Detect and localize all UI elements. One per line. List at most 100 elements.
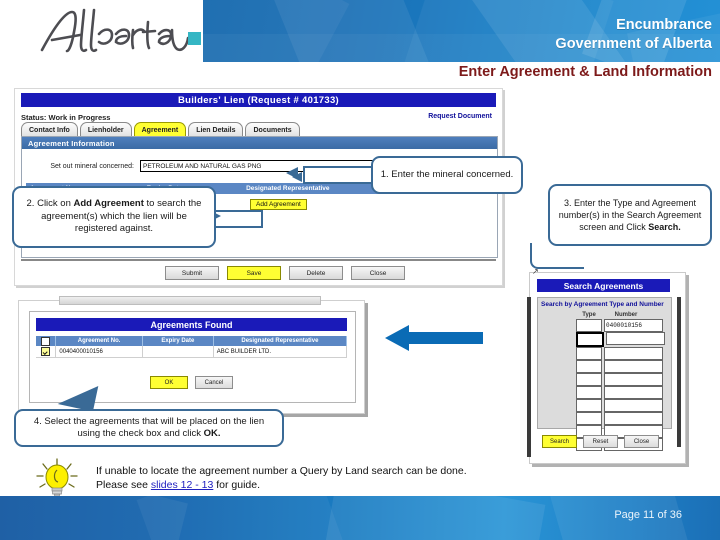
agreements-found-title: Agreements Found	[36, 318, 347, 331]
callout-4-part-a: 4. Select the agreements that will be pl…	[33, 415, 265, 440]
org-name: Government of Alberta	[555, 36, 712, 52]
search-row[interactable]	[576, 360, 665, 373]
select-all-header[interactable]	[36, 336, 57, 346]
search-agreements-buttons: Search Reset Close	[542, 435, 659, 448]
delete-button[interactable]: Delete	[289, 266, 343, 280]
callout-4-emphasis: OK.	[203, 428, 221, 439]
callout-step-2: 2. Click on Add Agreement to search the …	[12, 186, 216, 248]
search-row[interactable]	[576, 332, 665, 347]
type-input-3[interactable]	[576, 347, 602, 360]
number-input-4[interactable]	[604, 360, 663, 373]
col-designated-representative: Designated Representative	[213, 336, 348, 346]
row-checkbox[interactable]	[41, 347, 51, 356]
select-all-checkbox[interactable]	[41, 336, 51, 346]
type-input-8[interactable]	[576, 412, 602, 425]
footer-facet	[324, 496, 546, 540]
section-header: Agreement Information	[22, 137, 497, 149]
callout-1-tail	[303, 166, 375, 184]
page-footer: Page 11 of 36	[0, 496, 720, 540]
col-agreement-no: Agreement No.	[55, 336, 143, 346]
table-header-row: Agreement No. Expiry Date Designated Rep…	[36, 336, 348, 346]
number-input-3[interactable]	[604, 347, 663, 360]
callout-step-1: 1. Enter the mineral concerned.	[371, 156, 523, 194]
number-input-8[interactable]	[604, 412, 663, 425]
number-input-2[interactable]	[606, 332, 665, 345]
agreements-found-buttons: OK Cancel	[150, 376, 233, 389]
header-title-block: Encumbrance Government of Alberta	[555, 16, 712, 54]
cancel-button[interactable]: Cancel	[195, 376, 233, 389]
col-designated-representative: Designated Representative	[246, 185, 330, 192]
callout-2-text: 2. Click on Add Agreement to search the …	[21, 198, 207, 236]
window-edge-right	[677, 297, 681, 447]
slides-link[interactable]: slides 12 - 13	[151, 479, 213, 491]
ok-button[interactable]: OK	[150, 376, 188, 389]
callout-step-3: 3. Enter the Type and Agreement number(s…	[548, 184, 712, 246]
search-agreements-dialog: ↗ Search Agreements Search by Agreement …	[527, 267, 686, 464]
search-criteria-panel: Search by Agreement Type and Number Type…	[537, 297, 672, 451]
search-agreements-title: Search Agreements	[537, 279, 670, 292]
search-grid: 0400010156	[576, 319, 665, 451]
callout-step-4: 4. Select the agreements that will be pl…	[14, 409, 284, 447]
cell-representative: ABC BUILDER LTD.	[213, 346, 348, 358]
col-expiry-date: Expiry Date	[142, 336, 214, 346]
callout-3-text: 3. Enter the Type and Agreement number(s…	[557, 197, 703, 233]
type-input-1[interactable]	[576, 319, 602, 332]
request-document-link[interactable]: Request Document	[428, 113, 492, 120]
callout-3-emphasis: Search.	[648, 222, 681, 232]
save-button[interactable]: Save	[227, 266, 281, 280]
reset-button[interactable]: Reset	[583, 435, 618, 448]
page-subtitle: Enter Agreement & Land Information	[458, 64, 712, 80]
type-input-2[interactable]	[576, 332, 604, 347]
tip-row: If unable to locate the agreement number…	[30, 458, 590, 500]
close-button[interactable]: Close	[624, 435, 659, 448]
window-edge-left	[527, 297, 531, 457]
search-row[interactable]: 0400010156	[576, 319, 665, 332]
type-input-5[interactable]	[576, 373, 602, 386]
col-number: Number	[614, 312, 638, 318]
search-row[interactable]	[576, 412, 665, 425]
callout-1-pointer-2	[292, 172, 302, 182]
table-row[interactable]: 0040400010156 ABC BUILDER LTD.	[36, 346, 348, 358]
number-input-7[interactable]	[604, 399, 663, 412]
callout-3-tail	[530, 243, 584, 269]
form-divider	[21, 259, 496, 261]
callout-2-part-a: 2. Click on	[26, 198, 74, 210]
cell-agreement-no: 0040400010156	[55, 346, 143, 358]
callout-2-emphasis: Add Agreement	[73, 198, 144, 210]
footer-facet	[136, 496, 344, 540]
alberta-logo	[36, 4, 206, 60]
submit-button[interactable]: Submit	[165, 266, 219, 280]
row-select-cell[interactable]	[36, 346, 57, 358]
search-row[interactable]	[576, 386, 665, 399]
cell-expiry-date	[142, 346, 214, 358]
window-strip	[59, 296, 321, 305]
flow-arrow-left-icon	[385, 325, 483, 351]
status-text: Status: Work in Progress	[21, 113, 111, 122]
add-agreement-button[interactable]: Add Agreement	[250, 199, 307, 210]
form-button-row: Submit Save Delete Close	[165, 266, 405, 280]
close-button[interactable]: Close	[351, 266, 405, 280]
number-input-6[interactable]	[604, 386, 663, 399]
tip-line-2-post: for guide.	[213, 479, 261, 491]
tip-line-2-pre: Please see	[96, 479, 151, 491]
search-row[interactable]	[576, 399, 665, 412]
type-input-6[interactable]	[576, 386, 602, 399]
search-legend: Search by Agreement Type and Number	[541, 301, 664, 308]
search-row[interactable]	[576, 373, 665, 386]
number-input-5[interactable]	[604, 373, 663, 386]
type-input-7[interactable]	[576, 399, 602, 412]
type-input-4[interactable]	[576, 360, 602, 373]
search-grid-header: Type Number	[578, 312, 652, 318]
page-title: Encumbrance	[616, 17, 712, 33]
form-tabstrip: Contact Info Lienholder Agreement Lien D…	[21, 122, 300, 138]
callout-4-text: 4. Select the agreements that will be pl…	[23, 416, 275, 441]
page-number: Page 11 of 36	[614, 509, 682, 521]
search-row[interactable]	[576, 347, 665, 360]
callout-1-text: 1. Enter the mineral concerned.	[380, 168, 514, 180]
tip-line-1: If unable to locate the agreement number…	[96, 465, 467, 477]
agreements-found-table: Agreement No. Expiry Date Designated Rep…	[36, 336, 348, 358]
col-type: Type	[582, 312, 596, 318]
tip-text: If unable to locate the agreement number…	[96, 464, 467, 492]
search-button[interactable]: Search	[542, 435, 577, 448]
number-input-1[interactable]: 0400010156	[604, 319, 663, 332]
